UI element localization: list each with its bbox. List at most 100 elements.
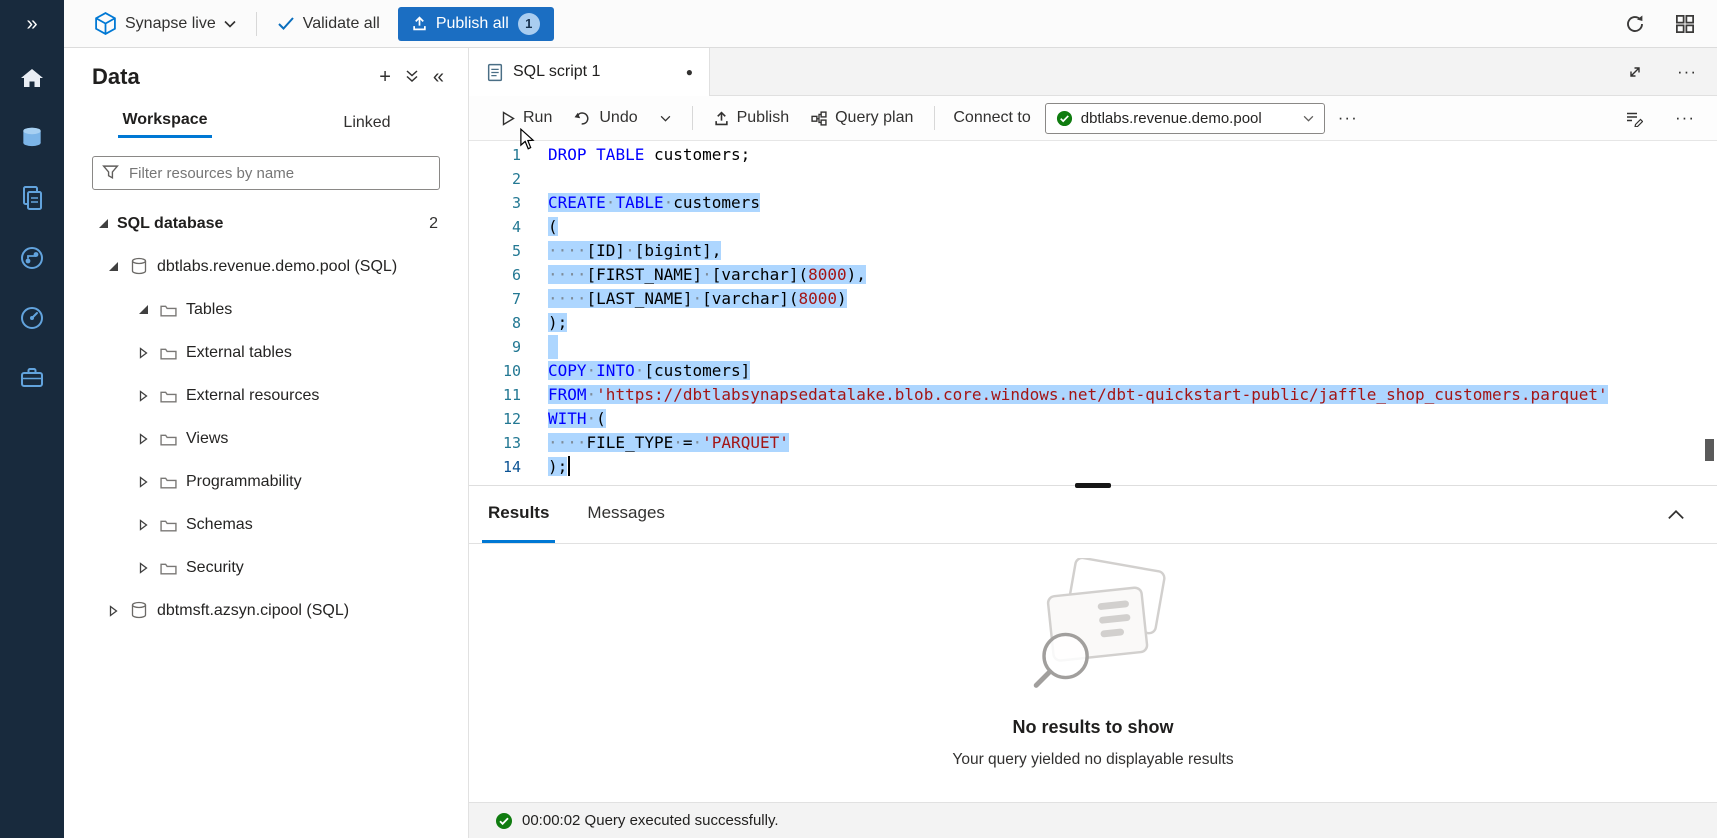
code-line[interactable]: 7····[LAST_NAME]·[varchar](8000): [469, 287, 1717, 311]
tree-item-pool-2[interactable]: dbtmsft.azsyn.cipool (SQL): [64, 589, 468, 632]
publish-button[interactable]: Publish: [705, 104, 798, 132]
run-button[interactable]: Run: [493, 104, 561, 132]
synapse-studio-app: » Synapse live: [0, 0, 1717, 838]
chevron-collapsed-icon[interactable]: [136, 433, 150, 445]
code-line[interactable]: 12WITH·(: [469, 407, 1717, 431]
code-line[interactable]: 6····[FIRST_NAME]·[varchar](8000),: [469, 263, 1717, 287]
connect-to-dropdown[interactable]: dbtlabs.revenue.demo.pool: [1045, 103, 1325, 134]
filter-container: [92, 156, 440, 190]
folder-icon: [160, 561, 177, 575]
filter-input[interactable]: [92, 156, 440, 190]
sidebar-item-develop[interactable]: [0, 168, 64, 228]
publish-all-label: Publish all: [436, 15, 509, 33]
properties-button[interactable]: [1621, 106, 1647, 131]
code-line[interactable]: 14);: [469, 455, 1717, 479]
sidebar-item-home[interactable]: [0, 48, 64, 108]
tree-item-views[interactable]: Views: [64, 417, 468, 460]
sidebar-item-manage[interactable]: [0, 348, 64, 408]
develop-icon: [20, 185, 44, 211]
folder-icon: [160, 389, 177, 403]
tree-item-external-resources[interactable]: External resources: [64, 374, 468, 417]
collapse-panel-button[interactable]: «: [433, 67, 444, 87]
chevron-collapsed-icon[interactable]: [136, 519, 150, 531]
sql-editor[interactable]: 1DROP TABLE customers;23CREATE·TABLE·cus…: [469, 141, 1717, 485]
synapse-live-selector[interactable]: Synapse live: [86, 6, 244, 41]
undo-icon: [574, 111, 591, 126]
tab-messages[interactable]: Messages: [581, 486, 670, 543]
connect-to-label: Connect to: [953, 109, 1030, 127]
expand-editor-button[interactable]: [1623, 60, 1647, 84]
tree-item-security[interactable]: Security: [64, 546, 468, 589]
code-line[interactable]: 4(: [469, 215, 1717, 239]
editor-scrollbar-thumb[interactable]: [1705, 439, 1714, 461]
code-line[interactable]: 1DROP TABLE customers;: [469, 143, 1717, 167]
folder-icon: [160, 518, 177, 532]
synapse-logo-icon: [94, 12, 117, 35]
code-line[interactable]: 8);: [469, 311, 1717, 335]
chevron-expanded-icon[interactable]: [96, 219, 110, 228]
chevron-expanded-icon[interactable]: [106, 262, 120, 271]
sidebar-item-monitor[interactable]: [0, 288, 64, 348]
validate-all-label: Validate all: [303, 15, 380, 33]
code-line[interactable]: 3CREATE·TABLE·customers: [469, 191, 1717, 215]
data-icon: [19, 125, 45, 151]
code-line[interactable]: 5····[ID]·[bigint],: [469, 239, 1717, 263]
chevron-collapsed-icon[interactable]: [136, 476, 150, 488]
toolbar-more-button[interactable]: ···: [1329, 103, 1367, 133]
chevron-collapsed-icon[interactable]: [136, 390, 150, 402]
tab-results[interactable]: Results: [482, 486, 555, 543]
undo-button[interactable]: Undo: [565, 104, 646, 132]
sidebar-item-integrate[interactable]: [0, 228, 64, 288]
results-body: No results to show Your query yielded no…: [469, 544, 1717, 802]
editor-more-button[interactable]: ···: [1671, 104, 1699, 132]
chevron-collapsed-icon[interactable]: [106, 605, 120, 617]
pane-splitter-handle[interactable]: [1075, 483, 1111, 488]
publish-count-badge: 1: [518, 13, 540, 35]
code-line[interactable]: 11FROM·'https://dbtlabsynapsedatalake.bl…: [469, 383, 1717, 407]
tab-workspace[interactable]: Workspace: [64, 104, 266, 144]
home-icon: [19, 66, 45, 90]
expand-rail-button[interactable]: »: [0, 0, 64, 48]
tree-item-schemas[interactable]: Schemas: [64, 503, 468, 546]
folder-icon: [160, 432, 177, 446]
toolbar-right-actions: ···: [1621, 104, 1699, 132]
manage-icon: [19, 366, 45, 390]
publish-all-button[interactable]: Publish all 1: [398, 7, 554, 41]
browse-gallery-button[interactable]: [1671, 10, 1699, 38]
properties-icon: [1625, 110, 1643, 127]
code-line[interactable]: 13····FILE_TYPE·=·'PARQUET': [469, 431, 1717, 455]
tree-item-sql-database[interactable]: SQL database 2: [64, 202, 468, 245]
add-resource-button[interactable]: +: [379, 67, 391, 87]
collapse-all-button[interactable]: [405, 67, 419, 87]
folder-icon: [160, 475, 177, 489]
chevron-collapsed-icon[interactable]: [136, 347, 150, 359]
data-panel: Data + « Workspace Linked: [64, 48, 469, 838]
grid-icon: [1675, 14, 1695, 34]
code-line[interactable]: 2: [469, 167, 1717, 191]
code-line[interactable]: 10COPY·INTO·[customers]: [469, 359, 1717, 383]
code-line[interactable]: 9: [469, 335, 1717, 359]
run-options-dropdown[interactable]: [651, 110, 680, 127]
chevron-down-icon: [1303, 115, 1314, 122]
sidebar-item-data[interactable]: [0, 108, 64, 168]
status-text: 00:00:02 Query executed successfully.: [522, 812, 779, 829]
double-chevron-down-icon: [405, 69, 419, 83]
folder-icon: [160, 303, 177, 317]
tab-linked[interactable]: Linked: [266, 104, 468, 144]
collapse-results-button[interactable]: [1663, 505, 1689, 524]
refresh-button[interactable]: [1621, 10, 1649, 38]
top-bar: Synapse live Validate all Publish all 1: [64, 0, 1717, 48]
double-chevron-right-icon: »: [26, 13, 37, 36]
tree-item-programmability[interactable]: Programmability: [64, 460, 468, 503]
validate-all-button[interactable]: Validate all: [269, 9, 388, 39]
mode-label: Synapse live: [125, 15, 216, 33]
double-chevron-left-icon: «: [433, 66, 444, 88]
tree-item-tables[interactable]: Tables: [64, 288, 468, 331]
chevron-collapsed-icon[interactable]: [136, 562, 150, 574]
chevron-expanded-icon[interactable]: [136, 305, 150, 314]
tab-more-button[interactable]: ···: [1673, 58, 1701, 86]
query-plan-button[interactable]: Query plan: [802, 104, 922, 132]
tab-sql-script-1[interactable]: SQL script 1 ●: [469, 48, 710, 96]
tree-item-pool-1[interactable]: dbtlabs.revenue.demo.pool (SQL): [64, 245, 468, 288]
tree-item-external-tables[interactable]: External tables: [64, 331, 468, 374]
